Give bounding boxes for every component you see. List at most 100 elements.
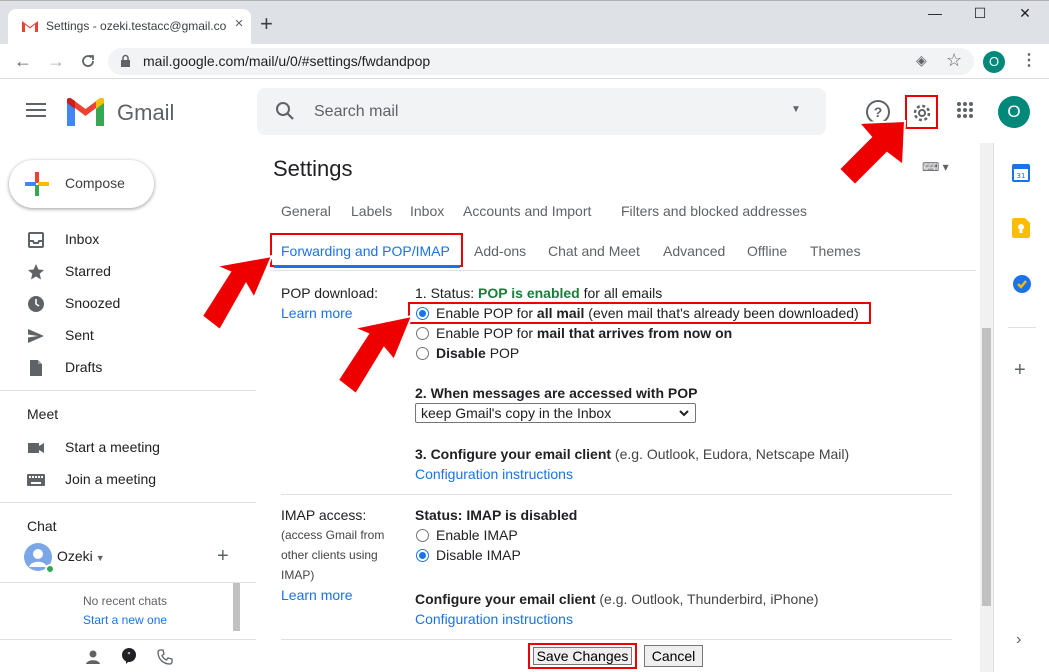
sidebar-item-inbox[interactable]: Inbox bbox=[26, 228, 246, 252]
pop-action-select[interactable]: keep Gmail's copy in the Inbox bbox=[415, 403, 696, 423]
bookmark-star-icon[interactable]: ☆ bbox=[946, 50, 962, 71]
pop-disable-radio[interactable] bbox=[416, 347, 429, 360]
search-options-icon[interactable]: ▼ bbox=[791, 104, 801, 115]
imap-access-label: IMAP access: bbox=[281, 507, 367, 523]
start-chat-link[interactable]: Start a new one bbox=[83, 613, 167, 627]
side-panel-divider bbox=[1008, 327, 1036, 328]
side-panel: 31 + › bbox=[993, 143, 1049, 672]
tasks-icon[interactable] bbox=[1012, 274, 1032, 294]
chevron-down-icon: ▼ bbox=[95, 553, 105, 563]
pop-configure-row: 3. Configure your email client (e.g. Out… bbox=[415, 446, 849, 462]
password-key-icon[interactable]: ◈ bbox=[916, 52, 927, 69]
pop-all-mail-radio[interactable] bbox=[416, 307, 429, 320]
account-avatar[interactable]: O bbox=[998, 96, 1030, 128]
opt1-c: (even mail that's already been downloade… bbox=[584, 305, 859, 321]
profile-avatar[interactable]: O bbox=[983, 51, 1005, 73]
browser-tab[interactable]: Settings - ozeki.testacc@gmail.com × bbox=[8, 9, 251, 45]
sidebar-divider bbox=[0, 502, 256, 503]
input-tools-icon[interactable]: ⌨ ▾ bbox=[922, 160, 949, 174]
gear-icon bbox=[913, 104, 931, 122]
tab-themes[interactable]: Themes bbox=[810, 243, 861, 259]
sidebar-bottom-bar: " bbox=[0, 639, 256, 672]
url-field[interactable]: mail.google.com/mail/u/0/#settings/fwdan… bbox=[108, 48, 974, 75]
pop-status-value: POP is enabled bbox=[478, 285, 580, 301]
add-chat-icon[interactable]: + bbox=[217, 545, 229, 568]
search-input[interactable]: Search mail bbox=[314, 103, 398, 121]
pop-from-now-label[interactable]: Enable POP for mail that arrives from no… bbox=[436, 325, 732, 341]
meet-item-label: Start a meeting bbox=[65, 439, 160, 455]
online-status-dot bbox=[45, 564, 55, 574]
tab-chat-meet[interactable]: Chat and Meet bbox=[548, 243, 640, 259]
new-tab-button[interactable]: + bbox=[260, 13, 273, 35]
chevron-down-icon bbox=[679, 410, 689, 417]
save-changes-button[interactable]: Save Changes bbox=[533, 647, 632, 665]
hangouts-icon[interactable]: " bbox=[120, 647, 138, 665]
tab-addons[interactable]: Add-ons bbox=[474, 243, 526, 259]
compose-button[interactable]: Compose bbox=[9, 160, 154, 208]
opt2-a: Enable POP for bbox=[436, 325, 537, 341]
apps-grid-icon[interactable] bbox=[956, 101, 974, 119]
gmail-favicon-icon bbox=[22, 21, 38, 32]
calendar-icon[interactable]: 31 bbox=[1012, 162, 1030, 182]
imap-enable-label[interactable]: Enable IMAP bbox=[436, 527, 518, 543]
pop-disable-label[interactable]: Disable POP bbox=[436, 345, 519, 361]
tab-offline[interactable]: Offline bbox=[747, 243, 787, 259]
active-tab-indicator bbox=[274, 265, 460, 268]
search-icon[interactable] bbox=[275, 101, 295, 121]
chevron-right-icon[interactable]: › bbox=[1016, 631, 1021, 649]
pop-configure-hint: (e.g. Outlook, Eudora, Netscape Mail) bbox=[611, 446, 850, 462]
keep-icon[interactable] bbox=[1012, 218, 1030, 238]
search-bar[interactable]: Search mail ▼ bbox=[257, 88, 826, 135]
tab-labels[interactable]: Labels bbox=[351, 203, 392, 219]
keyboard-icon bbox=[27, 474, 45, 486]
maximize-button[interactable]: ☐ bbox=[957, 5, 1003, 29]
tab-accounts-import[interactable]: Accounts and Import bbox=[463, 203, 591, 219]
join-meeting-item[interactable]: Join a meeting bbox=[26, 468, 246, 492]
cancel-button[interactable]: Cancel bbox=[644, 645, 703, 667]
imap-hint-line: IMAP) bbox=[281, 568, 315, 582]
chat-divider bbox=[0, 582, 256, 583]
imap-disable-radio[interactable] bbox=[416, 549, 429, 562]
chat-section-title: Chat bbox=[27, 518, 57, 534]
tab-close-icon[interactable]: × bbox=[230, 15, 248, 32]
tab-advanced[interactable]: Advanced bbox=[663, 243, 725, 259]
minimize-button[interactable]: — bbox=[912, 5, 958, 29]
meet-item-label: Join a meeting bbox=[65, 471, 157, 487]
reload-icon[interactable] bbox=[80, 53, 96, 69]
close-window-button[interactable]: ✕ bbox=[1002, 5, 1048, 29]
main-scrollbar[interactable] bbox=[982, 328, 991, 606]
pop-accessed-title: 2. When messages are accessed with POP bbox=[415, 385, 698, 401]
contacts-icon[interactable] bbox=[85, 649, 101, 665]
chat-user-label: Ozeki bbox=[57, 548, 93, 564]
clock-icon bbox=[28, 296, 44, 312]
chat-user-name[interactable]: Ozeki ▼ bbox=[57, 548, 105, 564]
more-menu-icon[interactable]: ⋮ bbox=[1021, 50, 1037, 70]
imap-config-instructions-link[interactable]: Configuration instructions bbox=[415, 611, 573, 627]
gmail-logo-icon[interactable] bbox=[67, 98, 104, 126]
pop-all-mail-label[interactable]: Enable POP for all mail (even mail that'… bbox=[436, 305, 859, 321]
tab-general[interactable]: General bbox=[281, 203, 331, 219]
imap-learn-more-link[interactable]: Learn more bbox=[281, 587, 353, 603]
pop-from-now-radio[interactable] bbox=[416, 327, 429, 340]
sidebar-item-label: Drafts bbox=[65, 359, 103, 375]
footer-divider bbox=[281, 639, 952, 640]
no-chats-text: No recent chats bbox=[83, 594, 168, 608]
sidebar-item-drafts[interactable]: Drafts bbox=[26, 356, 246, 380]
imap-enable-radio[interactable] bbox=[416, 529, 429, 542]
pop-config-instructions-link[interactable]: Configuration instructions bbox=[415, 466, 573, 482]
imap-disable-label[interactable]: Disable IMAP bbox=[436, 547, 521, 563]
tab-filters[interactable]: Filters and blocked addresses bbox=[621, 203, 807, 219]
add-addon-icon[interactable]: + bbox=[1014, 359, 1026, 382]
main-menu-icon[interactable] bbox=[26, 102, 46, 118]
back-icon[interactable]: ← bbox=[14, 51, 32, 72]
opt1-a: Enable POP for bbox=[436, 305, 537, 321]
chat-scrollbar[interactable] bbox=[233, 583, 240, 631]
phone-icon[interactable] bbox=[157, 649, 173, 665]
forward-icon[interactable]: → bbox=[47, 51, 65, 72]
tab-inbox[interactable]: Inbox bbox=[410, 203, 444, 219]
start-meeting-item[interactable]: Start a meeting bbox=[26, 436, 246, 460]
inbox-icon bbox=[28, 232, 44, 248]
draft-icon bbox=[30, 360, 42, 376]
tab-forwarding-pop-imap[interactable]: Forwarding and POP/IMAP bbox=[281, 243, 450, 259]
section-divider bbox=[281, 494, 952, 495]
